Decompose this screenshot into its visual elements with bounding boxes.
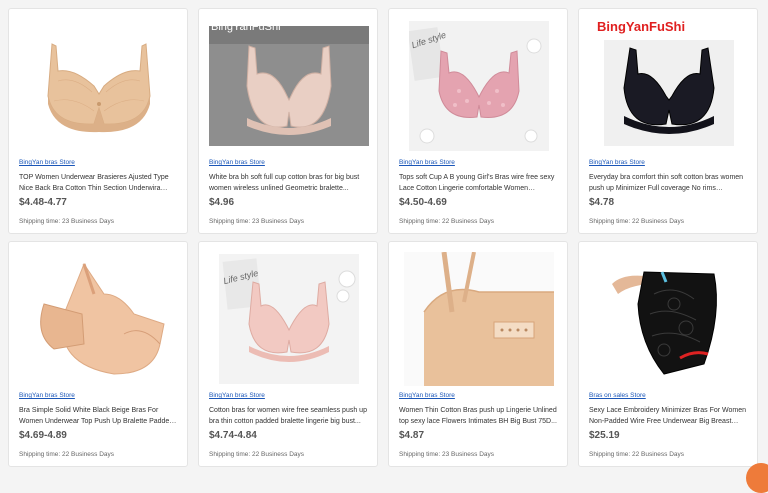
shipping-time: Shipping time: 22 Business Days: [209, 451, 305, 458]
store-link[interactable]: BingYan bras Store: [589, 159, 645, 166]
product-card[interactable]: Bras on sales Store Sexy Lace Embroidery…: [578, 241, 758, 467]
watermark: BingYanFuShi: [597, 19, 686, 34]
product-card[interactable]: BingYanFuShi BingYan bras Store White br…: [198, 8, 378, 234]
product-title[interactable]: White bra bh soft full cup cotton bras f…: [209, 172, 367, 194]
product-price: $25.19: [589, 430, 620, 441]
product-price: $4.48-4.77: [19, 197, 67, 208]
product-title[interactable]: Cotton bras for women wire free seamless…: [209, 405, 367, 427]
product-card[interactable]: BingYanFuShi BingYan bras Store Everyday…: [578, 8, 758, 234]
shipping-time: Shipping time: 23 Business Days: [19, 218, 115, 225]
store-link[interactable]: BingYan bras Store: [399, 392, 455, 399]
product-card[interactable]: Life style BingYan bras Store Tops soft …: [388, 8, 568, 234]
product-image[interactable]: Life style: [209, 250, 369, 388]
store-link[interactable]: BingYan bras Store: [399, 159, 455, 166]
product-price: $4.50-4.69: [399, 197, 447, 208]
product-title[interactable]: Bra Simple Solid White Black Beige Bras …: [19, 405, 177, 427]
product-title[interactable]: Tops soft Cup A B young Girl's Bras wire…: [399, 172, 557, 194]
product-title[interactable]: TOP Women Underwear Brasieres Ajusted Ty…: [19, 172, 177, 194]
product-price: $4.96: [209, 197, 235, 208]
product-image[interactable]: [19, 17, 179, 155]
product-image[interactable]: BingYanFuShi: [209, 17, 369, 155]
product-price: $4.87: [399, 430, 425, 441]
product-image[interactable]: Life style: [399, 17, 559, 155]
shipping-time: Shipping time: 22 Business Days: [399, 218, 495, 225]
shipping-time: Shipping time: 22 Business Days: [589, 218, 685, 225]
store-link[interactable]: BingYan bras Store: [209, 159, 265, 166]
watermark: BingYanFuShi: [211, 21, 281, 33]
product-card[interactable]: BingYan bras Store Women Thin Cotton Bra…: [388, 241, 568, 467]
chat-button[interactable]: [746, 463, 768, 493]
product-image[interactable]: [589, 250, 749, 388]
store-link[interactable]: BingYan bras Store: [19, 392, 75, 399]
shipping-time: Shipping time: 23 Business Days: [399, 451, 495, 458]
product-image[interactable]: [399, 250, 559, 388]
store-link[interactable]: BingYan bras Store: [19, 159, 75, 166]
shipping-time: Shipping time: 22 Business Days: [589, 451, 685, 458]
product-title[interactable]: Sexy Lace Embroidery Minimizer Bras For …: [589, 405, 747, 427]
store-link[interactable]: Bras on sales Store: [589, 392, 646, 399]
shipping-time: Shipping time: 23 Business Days: [209, 218, 305, 225]
product-title[interactable]: Women Thin Cotton Bras push up Lingerie …: [399, 405, 557, 427]
shipping-time: Shipping time: 22 Business Days: [19, 451, 115, 458]
product-image[interactable]: BingYanFuShi: [589, 17, 749, 155]
product-grid: BingYan bras Store TOP Women Underwear B…: [0, 0, 768, 475]
product-price: $4.74-4.84: [209, 430, 257, 441]
product-card[interactable]: BingYan bras Store TOP Women Underwear B…: [8, 8, 188, 234]
store-link[interactable]: BingYan bras Store: [209, 392, 265, 399]
product-price: $4.69-4.89: [19, 430, 67, 441]
product-image[interactable]: [19, 250, 179, 388]
product-title[interactable]: Everyday bra comfort thin soft cotton br…: [589, 172, 747, 194]
product-card[interactable]: Life style BingYan bras Store Cotton bra…: [198, 241, 378, 467]
product-price: $4.78: [589, 197, 615, 208]
product-card[interactable]: BingYan bras Store Bra Simple Solid Whit…: [8, 241, 188, 467]
